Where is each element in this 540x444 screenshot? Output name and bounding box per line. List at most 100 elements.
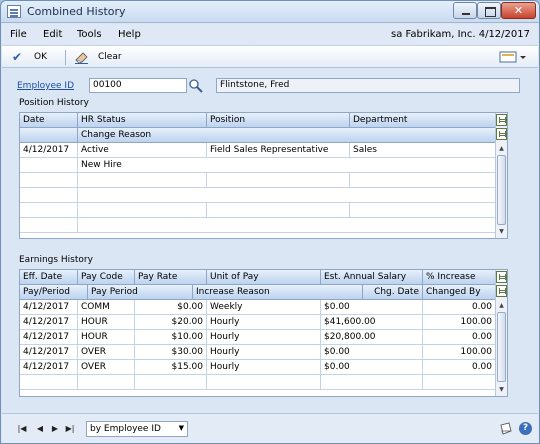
table-row[interactable] xyxy=(20,218,495,233)
table-row[interactable]: 4/12/2017 HOUR $20.00 Hourly $41,600.00 … xyxy=(20,315,495,330)
table-row[interactable]: 4/12/2017 HOUR $10.00 Hourly $20,800.00 … xyxy=(20,330,495,345)
cell-est-annual-salary: $20,800.00 xyxy=(321,330,423,345)
cell-pay-code: OVER xyxy=(78,360,135,375)
table-row[interactable]: 4/12/2017 Active Field Sales Representat… xyxy=(20,143,495,158)
position-scrollbar[interactable]: ▲ ▼ xyxy=(495,113,507,238)
cell-position: Field Sales Representative xyxy=(207,143,350,158)
cell-percent-increase: 0.00 xyxy=(471,302,492,312)
ok-button[interactable]: OK xyxy=(34,52,47,62)
cell-empty xyxy=(207,203,350,218)
column-header-pay-period[interactable]: Pay Period xyxy=(88,285,193,300)
previous-record-icon[interactable]: ◀ xyxy=(34,423,46,435)
scroll-down-icon[interactable]: ▼ xyxy=(496,384,507,395)
cell-percent-increase: 100.00 xyxy=(460,347,493,357)
cell-empty xyxy=(78,203,207,218)
cell-empty xyxy=(20,188,78,203)
menu-edit[interactable]: Edit xyxy=(43,29,62,40)
earnings-header-row: Eff. Date Pay Code Pay Rate Unit of Pay … xyxy=(20,270,495,285)
minimize-button[interactable] xyxy=(453,2,477,19)
column-header-pay-per-period[interactable]: Pay/Period xyxy=(20,285,88,300)
employee-name-field: Flintstone, Fred xyxy=(216,78,520,93)
scroll-thumb[interactable] xyxy=(497,155,506,225)
window-title: Combined History xyxy=(27,5,126,18)
collapse-rows-icon[interactable] xyxy=(496,285,507,297)
cell-pay-code: HOUR xyxy=(78,330,135,345)
cell-unit-of-pay: Hourly xyxy=(207,330,321,345)
column-header-unit-of-pay[interactable]: Unit of Pay xyxy=(207,270,321,285)
cell-empty xyxy=(20,203,78,218)
table-row[interactable] xyxy=(20,173,495,188)
maximize-button[interactable] xyxy=(477,2,501,19)
cell-hr-status: Active xyxy=(78,143,207,158)
close-icon: ✕ xyxy=(513,4,524,17)
cell-pay-rate: $0.00 xyxy=(135,300,207,315)
checkmark-icon[interactable]: ✔ xyxy=(12,51,22,63)
clear-button[interactable]: Clear xyxy=(98,52,122,62)
lookup-icon[interactable] xyxy=(188,78,204,93)
column-header-date[interactable]: Date xyxy=(20,113,78,128)
table-row[interactable] xyxy=(20,203,495,218)
column-header-change-reason[interactable]: Change Reason xyxy=(78,128,495,143)
cell-est-annual-salary: $0.00 xyxy=(321,300,423,315)
table-row[interactable]: 4/12/2017 OVER $15.00 Hourly $0.00 0.00 xyxy=(20,360,495,375)
expand-rows-icon[interactable] xyxy=(496,114,507,126)
menu-help[interactable]: Help xyxy=(118,29,141,40)
last-record-icon[interactable]: ▶| xyxy=(64,423,76,435)
earnings-scrollbar[interactable]: ▲ ▼ xyxy=(495,270,507,396)
column-header-changed-by[interactable]: Changed By xyxy=(423,285,495,300)
column-header-hr-status[interactable]: HR Status xyxy=(78,113,207,128)
menu-bar: File Edit Tools Help sa Fabrikam, Inc. 4… xyxy=(2,24,538,44)
cell-change-reason: New Hire xyxy=(81,160,122,170)
employee-id-label[interactable]: Employee ID xyxy=(17,81,74,91)
help-icon[interactable]: ? xyxy=(519,422,532,435)
scroll-up-icon[interactable]: ▲ xyxy=(496,143,507,154)
column-header-est-annual-salary[interactable]: Est. Annual Salary xyxy=(321,270,423,285)
menu-file[interactable]: File xyxy=(10,29,27,40)
column-header-increase-reason[interactable]: Increase Reason xyxy=(193,285,363,300)
column-header-chg-date[interactable]: Chg. Date xyxy=(363,285,423,300)
table-row[interactable]: 4/12/2017 OVER $30.00 Hourly $0.00 100.0… xyxy=(20,345,495,360)
cell-date: 4/12/2017 xyxy=(20,143,78,158)
column-header-eff-date[interactable]: Eff. Date xyxy=(20,270,78,285)
scroll-up-icon[interactable]: ▲ xyxy=(496,300,507,311)
status-bar: |◀ ◀ ▶ ▶| by Employee ID ▼ ? xyxy=(2,413,538,443)
chevron-down-icon: ▼ xyxy=(178,424,184,432)
eraser-icon[interactable] xyxy=(74,50,90,64)
cell-pay-rate: $15.00 xyxy=(135,360,207,375)
cell-empty xyxy=(207,173,350,188)
cell-empty xyxy=(321,375,423,390)
expand-rows-icon[interactable] xyxy=(496,271,507,283)
table-row[interactable]: 4/12/2017 COMM $0.00 Weekly $0.00 0.00 xyxy=(20,300,495,315)
column-header-pay-code[interactable]: Pay Code xyxy=(78,270,135,285)
collapse-rows-icon[interactable] xyxy=(496,128,507,140)
table-row[interactable] xyxy=(20,188,495,203)
column-header-percent-increase[interactable]: % Increase xyxy=(423,270,495,285)
column-header-position[interactable]: Position xyxy=(207,113,350,128)
cell-unit-of-pay: Weekly xyxy=(207,300,321,315)
toolbar: ✔ OK Clear xyxy=(2,45,538,68)
next-record-icon[interactable]: ▶ xyxy=(49,423,61,435)
column-header-pay-rate[interactable]: Pay Rate xyxy=(135,270,207,285)
table-row[interactable]: New Hire xyxy=(20,158,495,173)
subheader-spacer xyxy=(20,128,78,143)
employee-id-field[interactable]: 00100 xyxy=(89,78,187,93)
position-history-grid: Date HR Status Position Department Chang… xyxy=(19,112,508,239)
sort-order-select[interactable]: by Employee ID ▼ xyxy=(86,421,188,437)
user-company-date: sa Fabrikam, Inc. 4/12/2017 xyxy=(391,29,530,40)
cell-percent-increase: 0.00 xyxy=(471,362,492,372)
scroll-down-icon[interactable]: ▼ xyxy=(496,226,507,237)
close-button[interactable]: ✕ xyxy=(501,2,536,19)
column-header-department[interactable]: Department xyxy=(350,113,495,128)
first-record-icon[interactable]: |◀ xyxy=(16,423,28,435)
note-icon[interactable] xyxy=(499,422,513,435)
options-menu-icon[interactable] xyxy=(499,51,527,63)
cell-pay-rate: $20.00 xyxy=(135,315,207,330)
table-row[interactable] xyxy=(20,375,495,390)
cell-pay-code: OVER xyxy=(78,345,135,360)
position-history-label: Position History xyxy=(19,98,89,108)
cell-pay-code: HOUR xyxy=(78,315,135,330)
cell-eff-date: 4/12/2017 xyxy=(20,345,78,360)
scroll-thumb[interactable] xyxy=(497,312,506,382)
cell-unit-of-pay: Hourly xyxy=(207,315,321,330)
menu-tools[interactable]: Tools xyxy=(77,29,102,40)
